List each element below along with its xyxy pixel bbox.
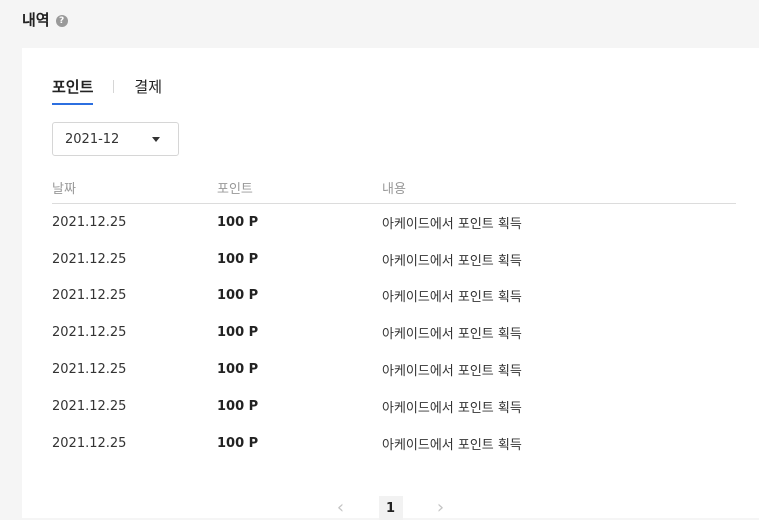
page-header: 내역 ? bbox=[22, 9, 68, 30]
table-row: 2021.12.25 100 P 아케이드에서 포인트 획득 bbox=[52, 278, 736, 315]
page-number-current[interactable]: 1 bbox=[378, 496, 403, 520]
cell-description: 아케이드에서 포인트 획득 bbox=[382, 253, 522, 269]
column-header-date: 날짜 bbox=[52, 182, 76, 197]
tab-divider bbox=[113, 80, 115, 93]
column-header-description: 내용 bbox=[382, 182, 406, 197]
help-icon[interactable]: ? bbox=[55, 14, 68, 27]
cell-point: 100 P bbox=[217, 251, 259, 267]
column-header-point: 포인트 bbox=[217, 182, 253, 197]
tab-bar: 포인트 결제 bbox=[52, 76, 162, 105]
cell-date: 2021.12.25 bbox=[52, 214, 127, 230]
table-body: 2021.12.25 100 P 아케이드에서 포인트 획득 2021.12.25 10… bbox=[52, 204, 736, 462]
history-card: 포인트 결제 2021-12 날짜 포인트 내용 2021.12.25 100 P… bbox=[22, 48, 759, 520]
cell-point: 100 P bbox=[217, 362, 259, 378]
cell-point: 100 P bbox=[217, 325, 259, 341]
page-title: 내역 bbox=[22, 11, 50, 29]
table-row: 2021.12.25 100 P 아케이드에서 포인트 획득 bbox=[52, 351, 736, 388]
cell-description: 아케이드에서 포인트 획득 bbox=[382, 290, 522, 306]
table-row: 2021.12.25 100 P 아케이드에서 포인트 획득 bbox=[52, 241, 736, 278]
next-page-icon[interactable]: › bbox=[431, 497, 451, 519]
caret-down-icon bbox=[152, 136, 160, 142]
cell-point: 100 P bbox=[217, 435, 259, 451]
tab-payments[interactable]: 결제 bbox=[134, 76, 162, 103]
cell-description: 아케이드에서 포인트 획득 bbox=[382, 400, 522, 416]
cell-date: 2021.12.25 bbox=[52, 435, 127, 451]
table-header: 날짜 포인트 내용 bbox=[52, 172, 736, 204]
cell-date: 2021.12.25 bbox=[52, 398, 127, 414]
cell-description: 아케이드에서 포인트 획득 bbox=[382, 327, 522, 343]
cell-date: 2021.12.25 bbox=[52, 288, 127, 304]
cell-date: 2021.12.25 bbox=[52, 362, 127, 378]
prev-page-icon[interactable]: ‹ bbox=[331, 497, 351, 519]
pagination: ‹ 1 › bbox=[22, 496, 759, 520]
history-table: 날짜 포인트 내용 2021.12.25 100 P 아케이드에서 포인트 획득 20… bbox=[52, 172, 736, 462]
table-row: 2021.12.25 100 P 아케이드에서 포인트 획득 bbox=[52, 204, 736, 241]
cell-description: 아케이드에서 포인트 획득 bbox=[382, 437, 522, 453]
cell-point: 100 P bbox=[217, 214, 259, 230]
cell-description: 아케이드에서 포인트 획득 bbox=[382, 216, 522, 232]
cell-description: 아케이드에서 포인트 획득 bbox=[382, 364, 522, 380]
month-select-value: 2021-12 bbox=[65, 131, 120, 147]
tab-points[interactable]: 포인트 bbox=[52, 76, 94, 105]
month-select[interactable]: 2021-12 bbox=[52, 122, 179, 156]
cell-point: 100 P bbox=[217, 398, 259, 414]
table-row: 2021.12.25 100 P 아케이드에서 포인트 획득 bbox=[52, 388, 736, 425]
table-row: 2021.12.25 100 P 아케이드에서 포인트 획득 bbox=[52, 314, 736, 351]
table-row: 2021.12.25 100 P 아케이드에서 포인트 획득 bbox=[52, 425, 736, 462]
cell-date: 2021.12.25 bbox=[52, 251, 127, 267]
cell-date: 2021.12.25 bbox=[52, 325, 127, 341]
cell-point: 100 P bbox=[217, 288, 259, 304]
